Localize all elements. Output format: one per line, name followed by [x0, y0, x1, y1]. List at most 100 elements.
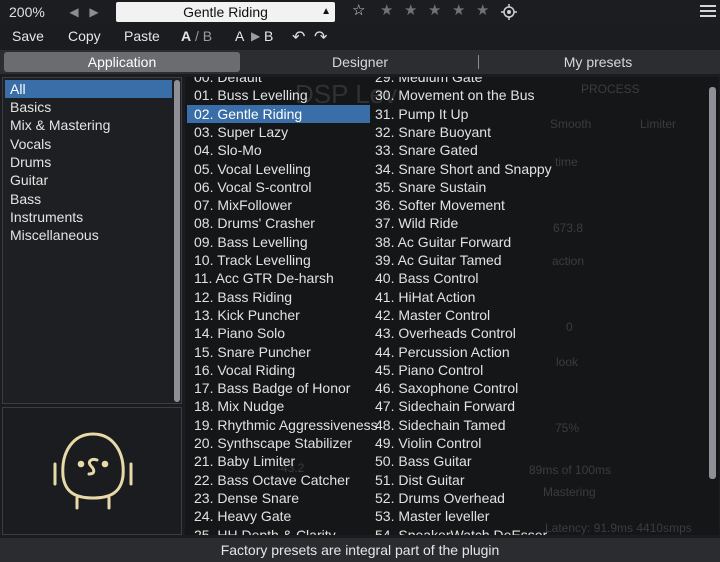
preset-item[interactable]: 12. Bass Riding: [187, 288, 367, 306]
preset-item[interactable]: 23. Dense Snare: [187, 489, 367, 507]
preset-item[interactable]: 30. Movement on the Bus: [368, 86, 548, 104]
preset-item[interactable]: 00. Default: [187, 77, 367, 86]
preset-item[interactable]: 54. SpeakerWatch DeEsser: [368, 526, 548, 536]
save-button[interactable]: Save: [12, 28, 44, 44]
copy-button[interactable]: Copy: [68, 28, 101, 44]
preset-item[interactable]: 18. Mix Nudge: [187, 397, 367, 415]
preset-item[interactable]: 46. Saxophone Control: [368, 379, 548, 397]
category-scrollbar[interactable]: [174, 80, 180, 402]
undo-icon[interactable]: ↶: [292, 27, 305, 47]
tab-application[interactable]: Application: [4, 52, 240, 72]
preset-item[interactable]: 21. Baby Limiter: [187, 452, 367, 470]
star-icon[interactable]: ★: [380, 3, 393, 19]
preset-item[interactable]: 50. Bass Guitar: [368, 452, 548, 470]
preset-item[interactable]: 47. Sidechain Forward: [368, 397, 548, 415]
preset-item[interactable]: 37. Wild Ride: [368, 214, 548, 232]
ab-copy-a[interactable]: A: [235, 28, 244, 44]
preset-item[interactable]: 15. Snare Puncher: [187, 343, 367, 361]
plugin-window: 200% ◀ ▶ Gentle Riding ▲ ☆ ★ ★ ★ ★ ★ Sav…: [0, 0, 720, 562]
category-item-instruments[interactable]: Instruments: [5, 208, 172, 226]
preset-item[interactable]: 06. Vocal S-control: [187, 178, 367, 196]
preset-item[interactable]: 01. Buss Levelling: [187, 86, 367, 104]
preset-item[interactable]: 36. Softer Movement: [368, 196, 548, 214]
preset-item[interactable]: 10. Track Levelling: [187, 251, 367, 269]
arrow-right-icon[interactable]: ▶: [87, 5, 101, 19]
preset-item[interactable]: 40. Bass Control: [368, 269, 548, 287]
preset-item[interactable]: 22. Bass Octave Catcher: [187, 471, 367, 489]
category-item-miscellaneous[interactable]: Miscellaneous: [5, 226, 172, 244]
preset-item[interactable]: 38. Ac Guitar Forward: [368, 233, 548, 251]
preset-item[interactable]: 20. Synthscape Stabilizer: [187, 434, 367, 452]
preset-item[interactable]: 53. Master leveller: [368, 507, 548, 525]
caret-down-icon[interactable]: ▲: [321, 2, 331, 22]
preset-item[interactable]: 04. Slo-Mo: [187, 141, 367, 159]
preset-selector[interactable]: Gentle Riding ▲: [116, 2, 335, 22]
star-icon[interactable]: ★: [452, 3, 465, 19]
star-icon[interactable]: ☆: [352, 3, 365, 19]
category-item-drums[interactable]: Drums: [5, 153, 172, 171]
preset-item[interactable]: 42. Master Control: [368, 306, 548, 324]
preset-item[interactable]: 31. Pump It Up: [368, 105, 548, 123]
arrow-left-icon[interactable]: ◀: [67, 5, 81, 19]
preset-scrollbar[interactable]: [709, 87, 716, 479]
preset-item[interactable]: 09. Bass Levelling: [187, 233, 367, 251]
preset-item[interactable]: 25. HH Depth & Clarity: [187, 526, 367, 536]
preset-item[interactable]: 39. Ac Guitar Tamed: [368, 251, 548, 269]
preset-item[interactable]: 17. Bass Badge of Honor: [187, 379, 367, 397]
arrow-right-icon[interactable]: ▶: [251, 29, 260, 43]
preset-item[interactable]: 33. Snare Gated: [368, 141, 548, 159]
background-mastering-label: Mastering: [543, 485, 596, 499]
gear-icon[interactable]: [500, 3, 518, 21]
background-action-label: action: [552, 254, 585, 268]
category-item-all[interactable]: All: [5, 80, 172, 98]
redo-icon[interactable]: ↷: [314, 27, 327, 47]
preset-item[interactable]: 43. Overheads Control: [368, 324, 548, 342]
star-icon[interactable]: ★: [476, 3, 489, 19]
preset-item[interactable]: 24. Heavy Gate: [187, 507, 367, 525]
preset-item[interactable]: 14. Piano Solo: [187, 324, 367, 342]
preset-item[interactable]: 11. Acc GTR De-harsh: [187, 269, 367, 287]
background-look-label: look: [556, 355, 579, 369]
preset-item[interactable]: 03. Super Lazy: [187, 123, 367, 141]
background-process-label: PROCESS: [581, 82, 640, 96]
star-icon[interactable]: ★: [428, 3, 441, 19]
preset-item[interactable]: 08. Drums' Crasher: [187, 214, 367, 232]
preset-item[interactable]: 16. Vocal Riding: [187, 361, 367, 379]
preset-item[interactable]: 07. MixFollower: [187, 196, 367, 214]
preset-item[interactable]: 52. Drums Overhead: [368, 489, 548, 507]
hamburger-menu-icon[interactable]: [700, 5, 716, 19]
background-limiter-label: Limiter: [640, 117, 677, 131]
category-item-bass[interactable]: Bass: [5, 190, 172, 208]
category-item-vocals[interactable]: Vocals: [5, 135, 172, 153]
preset-item[interactable]: 02. Gentle Riding: [187, 104, 370, 123]
category-item-guitar[interactable]: Guitar: [5, 171, 172, 189]
category-list: All Basics Mix & Mastering Vocals Drums …: [2, 77, 182, 404]
preset-item[interactable]: 48. Sidechain Tamed: [368, 416, 548, 434]
preset-list: DSP Lev PROCESS Smooth Limiter time 673.…: [185, 77, 719, 535]
preset-item[interactable]: 44. Percussion Action: [368, 343, 548, 361]
category-item-basics[interactable]: Basics: [5, 98, 172, 116]
star-icon[interactable]: ★: [404, 3, 417, 19]
preset-item[interactable]: 29. Medium Gate: [368, 77, 548, 86]
preset-item[interactable]: 49. Violin Control: [368, 434, 548, 452]
preset-name: Gentle Riding: [183, 4, 268, 20]
preset-item[interactable]: 32. Snare Buoyant: [368, 123, 548, 141]
preset-item[interactable]: 35. Snare Sustain: [368, 178, 548, 196]
preset-item[interactable]: 19. Rhythmic Aggressiveness: [187, 416, 378, 434]
tab-designer[interactable]: Designer: [242, 50, 478, 74]
zoom-level[interactable]: 200%: [9, 4, 45, 20]
preset-item[interactable]: 05. Vocal Levelling: [187, 160, 367, 178]
ab-switch-a[interactable]: A: [181, 28, 191, 44]
category-item-mix-mastering[interactable]: Mix & Mastering: [5, 116, 172, 134]
preset-item[interactable]: 41. HiHat Action: [368, 288, 548, 306]
ab-copy-b[interactable]: B: [264, 28, 273, 44]
preset-item[interactable]: 45. Piano Control: [368, 361, 548, 379]
preset-item[interactable]: 13. Kick Puncher: [187, 306, 367, 324]
headphones-face-logo: [53, 432, 133, 510]
preset-item[interactable]: 51. Dist Guitar: [368, 471, 548, 489]
paste-button[interactable]: Paste: [124, 28, 160, 44]
preset-item[interactable]: 34. Snare Short and Snappy: [368, 160, 552, 178]
ab-switch[interactable]: A / B: [181, 28, 212, 44]
ab-switch-b[interactable]: B: [203, 28, 212, 44]
tab-my-presets[interactable]: My presets: [480, 50, 716, 74]
